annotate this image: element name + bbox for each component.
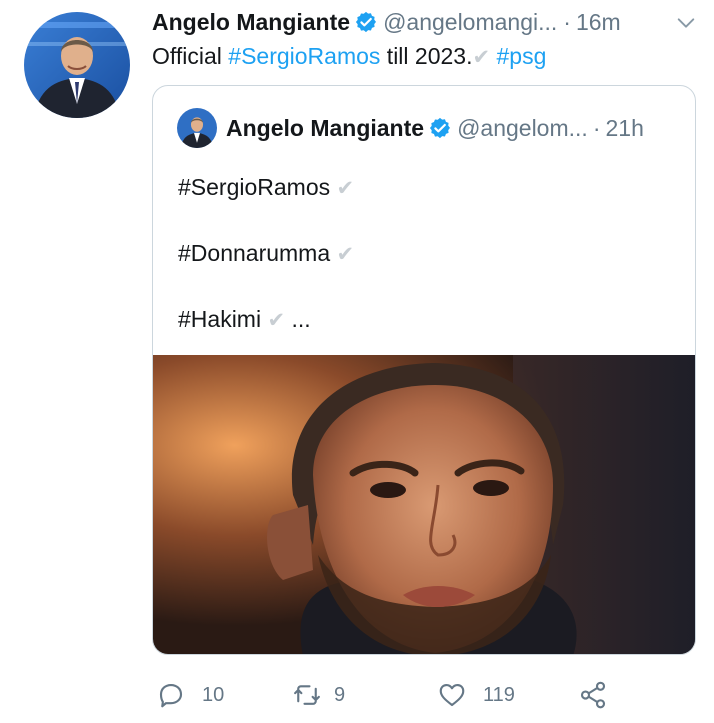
check-mark-emoji: ✔ <box>336 177 355 200</box>
separator: · <box>563 8 571 35</box>
chevron-down-icon[interactable] <box>675 12 697 34</box>
like-count: 119 <box>483 683 515 706</box>
retweet-icon <box>294 685 320 705</box>
tweet-time[interactable]: 16m <box>576 9 621 36</box>
reply-icon <box>159 683 183 708</box>
quoted-author-handle: @angelom... <box>457 114 588 141</box>
tweet-header: Angelo Mangiante @angelomangi... · 16m <box>152 6 697 38</box>
check-mark-emoji: ✔ <box>267 309 286 332</box>
retweet-count: 9 <box>334 683 346 706</box>
quoted-text-line: #SergioRamos ✔ <box>178 174 355 200</box>
reply-button[interactable]: 10 <box>156 676 224 714</box>
quoted-author-avatar <box>177 108 217 148</box>
check-mark-emoji: ✔ <box>472 46 491 69</box>
hashtag-link[interactable]: #SergioRamos <box>228 43 380 69</box>
retweet-button[interactable]: 9 <box>292 676 345 714</box>
check-mark-emoji: ✔ <box>336 243 355 266</box>
quoted-text-line: #Donnarumma ✔ <box>178 240 355 266</box>
like-button[interactable]: 119 <box>437 676 515 714</box>
quoted-tweet-photo[interactable] <box>153 355 695 654</box>
quoted-text-line: #Hakimi ✔ ... <box>178 306 311 332</box>
quoted-author-name: Angelo Mangiante <box>226 114 425 141</box>
hashtag-link[interactable]: #psg <box>496 43 546 69</box>
tweet-actions: 10 9 119 <box>152 676 652 714</box>
heart-icon <box>439 683 465 707</box>
quoted-tweet-time: 21h <box>605 114 644 141</box>
tweet-text: Official #SergioRamos till 2023.✔ #psg <box>152 43 547 69</box>
share-icon <box>580 681 606 709</box>
reply-count: 10 <box>202 683 225 706</box>
quoted-tweet-header: Angelo Mangiante @angelom... · 21h <box>177 108 677 148</box>
author-name[interactable]: Angelo Mangiante <box>152 9 350 36</box>
quoted-tweet[interactable]: Angelo Mangiante @angelom... · 21h #Serg… <box>152 85 696 655</box>
verified-badge-icon <box>429 117 451 139</box>
author-avatar[interactable] <box>24 12 130 118</box>
share-button[interactable] <box>578 676 608 714</box>
verified-badge-icon <box>355 11 377 33</box>
separator: · <box>592 114 601 141</box>
author-handle[interactable]: @angelomangi... <box>383 9 557 36</box>
